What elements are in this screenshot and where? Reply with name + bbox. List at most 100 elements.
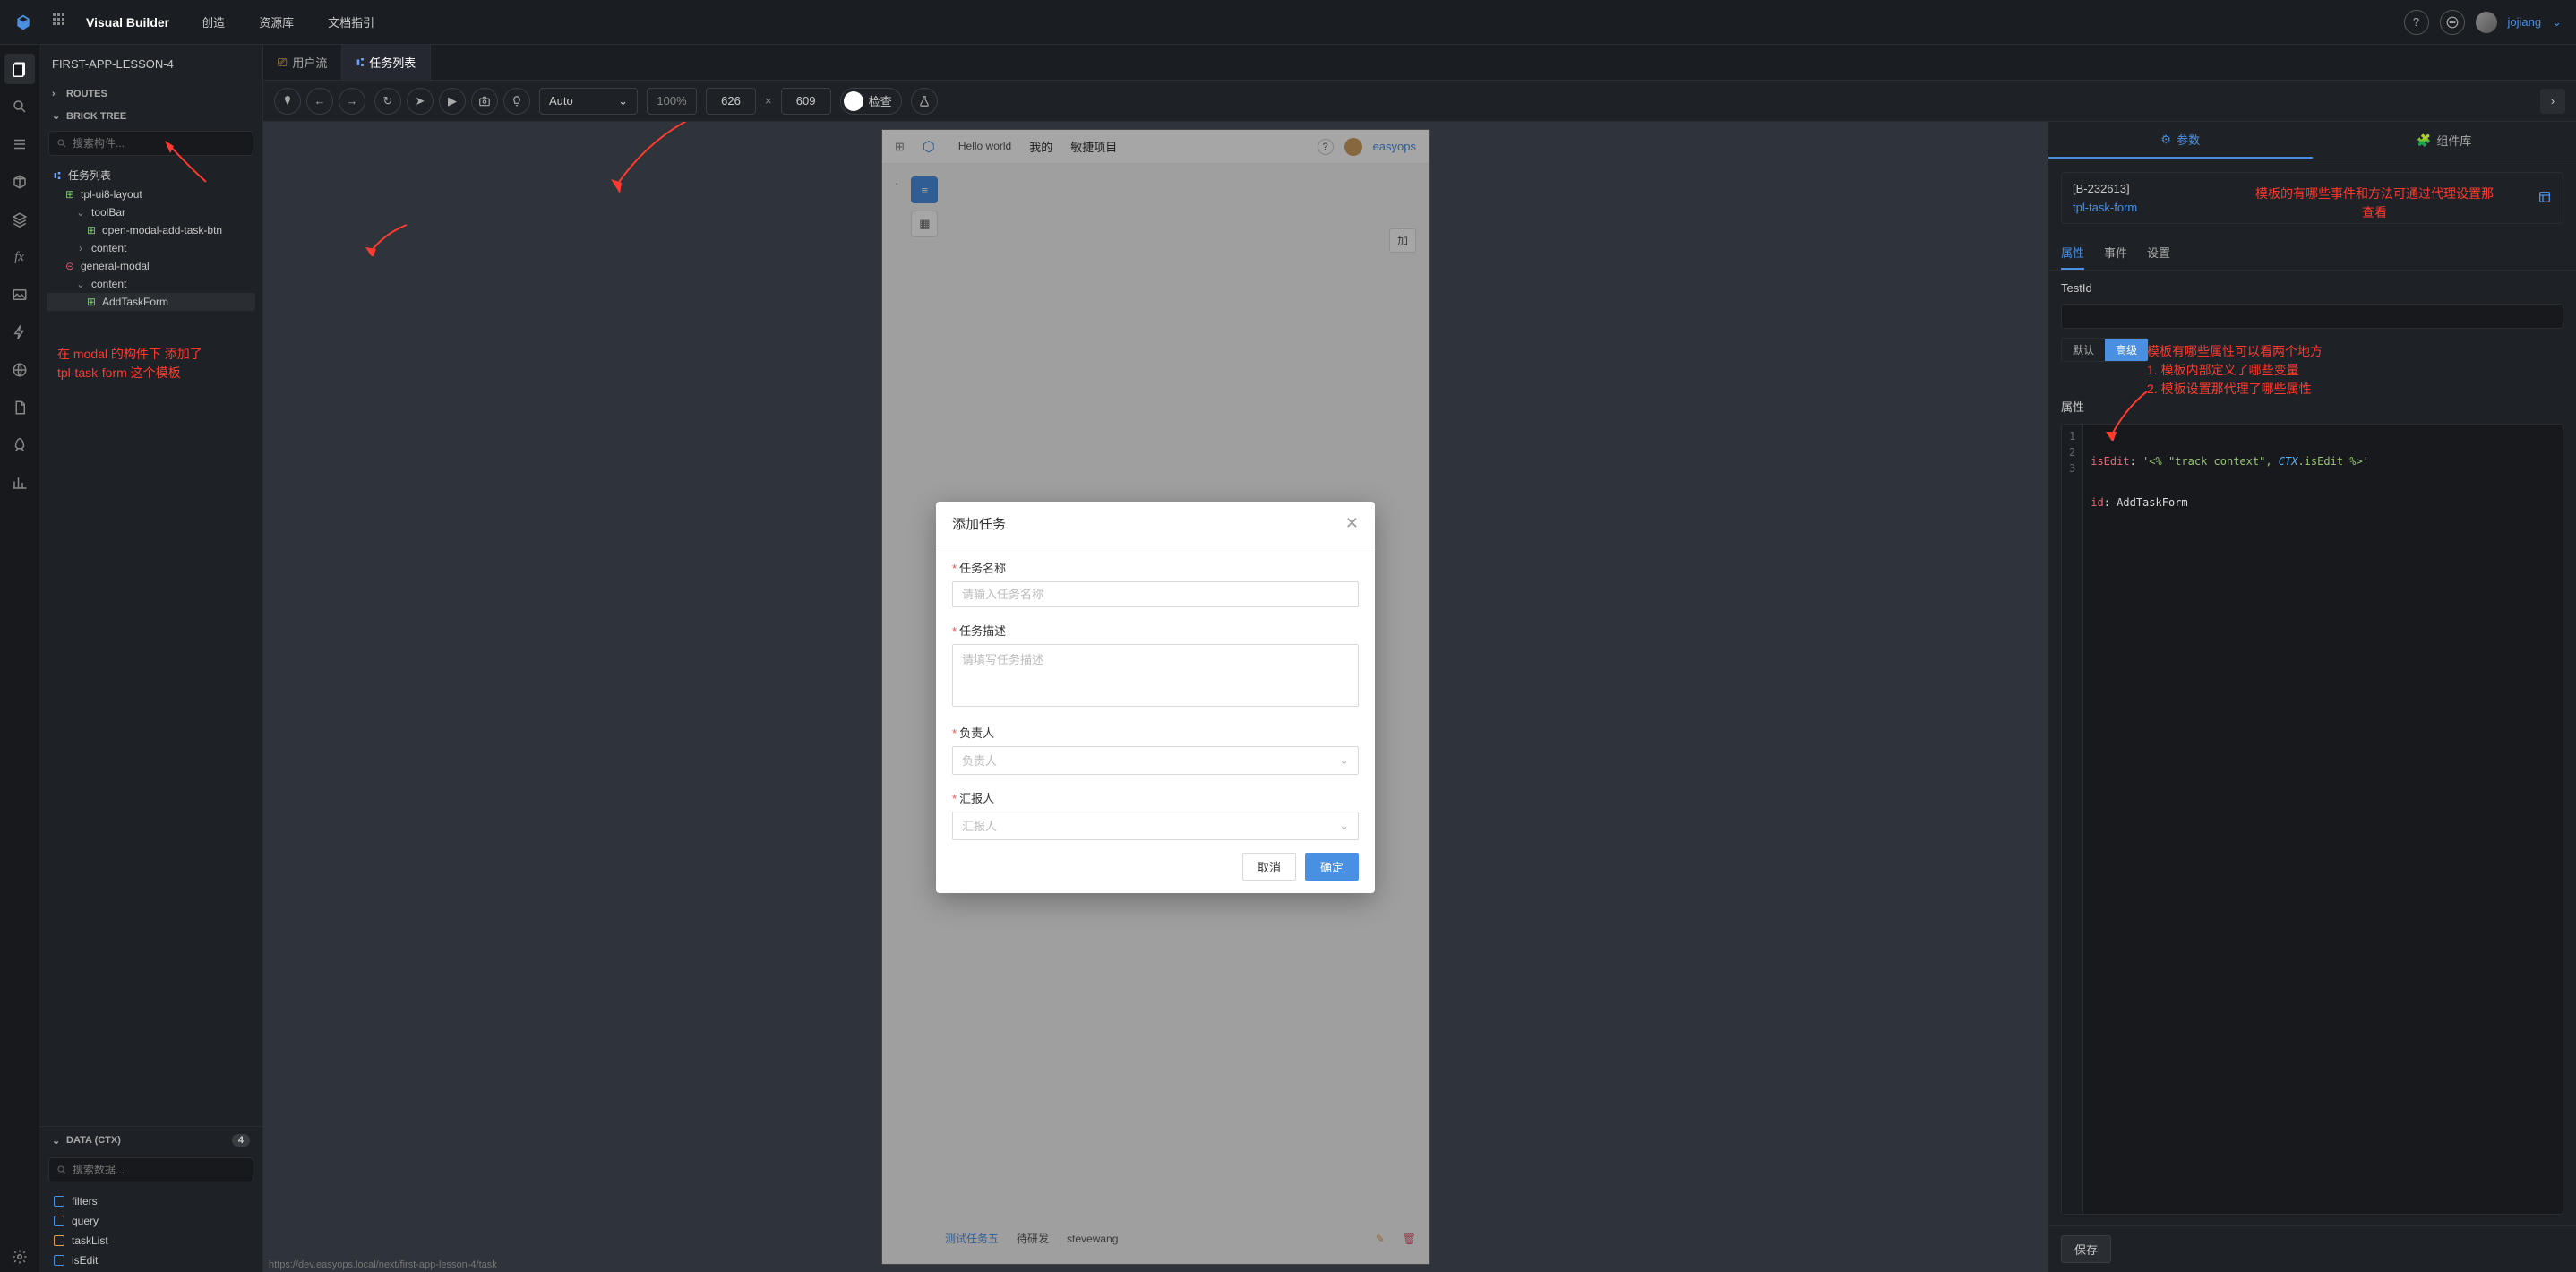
canvas-toolbar: ← → ↻ ➤ ▶ Auto⌄ 100% 626 × 609 检查 › — [263, 81, 2576, 122]
pin-icon[interactable] — [274, 88, 301, 115]
data-count-badge: 4 — [232, 1134, 250, 1147]
reporter-select[interactable]: 汇报人⌄ — [952, 812, 1359, 840]
brick-search[interactable] — [48, 131, 253, 156]
rail-cube-icon[interactable] — [4, 167, 35, 197]
send-icon[interactable]: ➤ — [407, 88, 434, 115]
owner-select[interactable]: 负责人⌄ — [952, 746, 1359, 775]
ok-button[interactable]: 确定 — [1305, 853, 1359, 881]
preview-stage: ⊞ ⬡ Hello world 我的 敏捷项目 ? easyops — [881, 129, 1430, 1265]
play-icon[interactable]: ▶ — [439, 88, 466, 115]
tree-open-modal-btn[interactable]: ⊞open-modal-add-task-btn — [47, 221, 255, 239]
task-name-input[interactable] — [952, 581, 1359, 607]
zoom-select[interactable]: Auto⌄ — [539, 88, 638, 115]
main-area: ⎚用户流 ⑆任务列表 ← → ↻ ➤ ▶ Auto⌄ 100% 626 — [263, 45, 2576, 1272]
rail-fx-icon[interactable]: fx — [4, 242, 35, 272]
multiply-icon: × — [765, 94, 772, 107]
rail-pages-icon[interactable] — [4, 54, 35, 84]
data-item-query[interactable]: query — [47, 1211, 255, 1231]
logo-icon — [14, 13, 32, 31]
route-icon: ⑆ — [356, 56, 364, 69]
cancel-button[interactable]: 取消 — [1242, 853, 1296, 881]
annotation-left: 在 modal 的构件下 添加了 tpl-task-form 这个模板 — [47, 338, 255, 390]
brick-card: [B-232613] tpl-task-form — [2061, 172, 2563, 224]
rail-layers-icon[interactable] — [4, 204, 35, 235]
tree-content-b[interactable]: ⌄content — [47, 275, 255, 293]
zoom-percent: 100% — [647, 88, 697, 115]
task-desc-input[interactable] — [952, 644, 1359, 707]
refresh-icon[interactable]: ↻ — [374, 88, 401, 115]
testid-input[interactable] — [2061, 304, 2563, 329]
tree-toolbar[interactable]: ⌄toolBar — [47, 203, 255, 221]
save-button[interactable]: 保存 — [2061, 1235, 2111, 1263]
tree-general-modal[interactable]: ⊝general-modal — [47, 257, 255, 275]
chevron-down-icon[interactable]: ⌄ — [2552, 15, 2562, 30]
data-search-input[interactable] — [73, 1164, 245, 1176]
rail-globe-icon[interactable] — [4, 355, 35, 385]
rail-chart-icon[interactable] — [4, 468, 35, 498]
flask-icon[interactable] — [911, 88, 938, 115]
testid-label: TestId — [2061, 281, 2563, 295]
rail-list-icon[interactable] — [4, 129, 35, 159]
gear-icon: ⚙ — [2160, 133, 2171, 147]
data-search[interactable] — [48, 1157, 253, 1182]
canvas-height[interactable]: 609 — [781, 88, 831, 115]
tree-route-root[interactable]: ⑆任务列表 — [47, 165, 255, 185]
routes-header[interactable]: ›ROUTES — [39, 83, 262, 105]
close-icon[interactable]: ✕ — [1345, 514, 1359, 533]
data-item-isedit[interactable]: isEdit — [47, 1251, 255, 1270]
bricktree-header[interactable]: ⌄BRICK TREE — [39, 105, 262, 127]
toggle-default[interactable]: 默认 — [2062, 339, 2105, 361]
canvas-width[interactable]: 626 — [706, 88, 756, 115]
rail-search-icon[interactable] — [4, 91, 35, 122]
nav-create[interactable]: 创造 — [191, 13, 236, 30]
search-icon — [56, 1165, 67, 1175]
apps-grid-icon[interactable] — [45, 13, 73, 31]
rp-tab-components[interactable]: 🧩组件库 — [2313, 122, 2576, 159]
template-icon[interactable] — [2537, 190, 2552, 207]
bulb-icon[interactable] — [503, 88, 530, 115]
topbar: Visual Builder 创造 资源库 文档指引 ? jojiang ⌄ — [0, 0, 2576, 45]
avatar[interactable] — [2476, 12, 2497, 33]
camera-icon[interactable] — [471, 88, 498, 115]
tree-tpl-layout[interactable]: ⊞tpl-ui8-layout — [47, 185, 255, 203]
chat-icon[interactable] — [2440, 10, 2465, 35]
right-panel: ⚙参数 🧩组件库 [B-232613] tpl-task-form 模板的有哪些… — [2048, 122, 2576, 1272]
puzzle-icon: 🧩 — [2417, 133, 2431, 148]
help-icon[interactable]: ? — [2404, 10, 2429, 35]
expand-right-icon[interactable]: › — [2540, 89, 2565, 114]
search-icon — [56, 138, 67, 149]
brick-name[interactable]: tpl-task-form — [2073, 201, 2137, 214]
toggle-advanced[interactable]: 高级 — [2105, 339, 2148, 361]
rp-tab-params[interactable]: ⚙参数 — [2048, 122, 2313, 159]
rail-bolt-icon[interactable] — [4, 317, 35, 348]
left-panel: FIRST-APP-LESSON-4 ›ROUTES ⌄BRICK TREE ⑆… — [39, 45, 263, 1272]
rail-doc-icon[interactable] — [4, 392, 35, 423]
tab-tasklist[interactable]: ⑆任务列表 — [342, 45, 431, 80]
mode-toggle[interactable]: 默认 高级 — [2061, 338, 2149, 362]
data-item-tasklist[interactable]: taskList — [47, 1231, 255, 1251]
inspect-toggle[interactable]: 检查 — [840, 88, 902, 115]
tree-content-a[interactable]: ›content — [47, 239, 255, 257]
forward-icon[interactable]: → — [339, 88, 365, 115]
chevron-down-icon: ⌄ — [1339, 753, 1349, 768]
subtab-settings[interactable]: 设置 — [2147, 236, 2170, 270]
data-item-filters[interactable]: filters — [47, 1191, 255, 1211]
subtab-events[interactable]: 事件 — [2104, 236, 2127, 270]
brick-search-input[interactable] — [73, 137, 245, 150]
brick-id: [B-232613] — [2073, 182, 2137, 195]
user-name[interactable]: jojiang — [2508, 15, 2542, 29]
data-section-header[interactable]: ⌄DATA (CTX)4 — [39, 1127, 262, 1154]
tree-addtaskform[interactable]: ⊞AddTaskForm — [47, 293, 255, 311]
project-name: FIRST-APP-LESSON-4 — [39, 45, 262, 83]
nav-docs[interactable]: 文档指引 — [317, 13, 385, 30]
rail-rocket-icon[interactable] — [4, 430, 35, 460]
back-icon[interactable]: ← — [306, 88, 333, 115]
rail-image-icon[interactable] — [4, 279, 35, 310]
code-editor[interactable]: 123 isEdit: '<% "track context", CTX.isE… — [2061, 424, 2563, 1215]
brick-tree: ⑆任务列表 ⊞tpl-ui8-layout ⌄toolBar ⊞open-mod… — [39, 163, 262, 1126]
rail-settings-icon[interactable] — [4, 1242, 35, 1272]
nav-resources[interactable]: 资源库 — [248, 13, 305, 30]
modal-title: 添加任务 — [952, 514, 1006, 533]
subtab-props[interactable]: 属性 — [2061, 236, 2084, 270]
tab-userflow[interactable]: ⎚用户流 — [263, 45, 342, 80]
